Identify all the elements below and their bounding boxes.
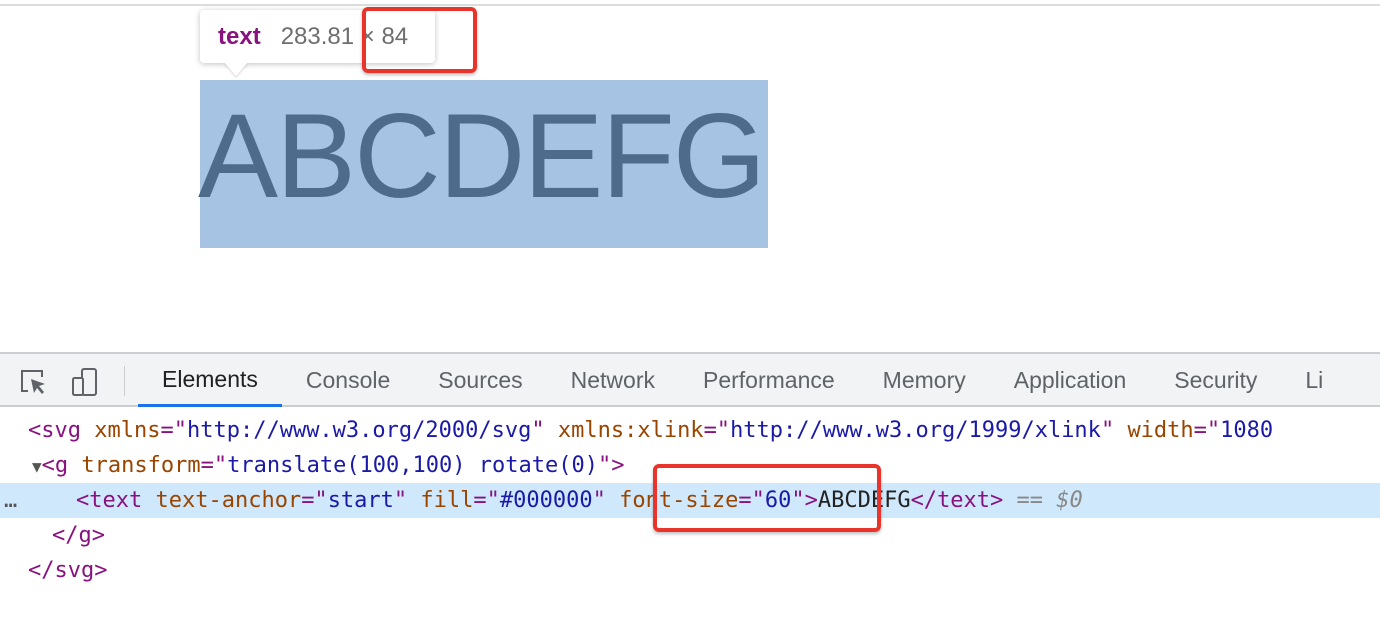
tab-sources[interactable]: Sources [414, 354, 546, 407]
page-viewport: ABCDEFG text 283.81 × 84 [0, 0, 1380, 352]
dom-node-svg[interactable]: <svg xmlns="http://www.w3.org/2000/svg" … [0, 413, 1380, 448]
devtools-tabs: Elements Console Sources Network Perform… [138, 354, 1347, 407]
more-options-icon[interactable]: … [4, 483, 17, 518]
expand-triangle-icon[interactable]: ▼ [32, 457, 42, 476]
tab-console[interactable]: Console [282, 354, 414, 407]
tab-lighthouse[interactable]: Li [1281, 354, 1347, 407]
tab-application[interactable]: Application [990, 354, 1151, 407]
dom-node-svg-close[interactable]: </svg> [0, 553, 1380, 588]
tooltip-tag-name: text [218, 22, 261, 50]
tab-memory[interactable]: Memory [859, 354, 990, 407]
tab-network[interactable]: Network [547, 354, 679, 407]
tab-elements[interactable]: Elements [138, 354, 282, 407]
inspect-element-icon[interactable] [18, 367, 48, 397]
tab-performance[interactable]: Performance [679, 354, 859, 407]
annotation-highlight-font-size [653, 464, 881, 532]
device-toolbar-icon[interactable] [70, 367, 100, 397]
svg-text-element: ABCDEFG [198, 89, 766, 223]
annotation-highlight-height [362, 7, 477, 73]
devtools-toolbar: Elements Console Sources Network Perform… [0, 352, 1380, 407]
divider [0, 4, 1380, 6]
tab-security[interactable]: Security [1150, 354, 1281, 407]
toolbar-separator [124, 366, 125, 396]
tooltip-arrow [224, 62, 248, 76]
